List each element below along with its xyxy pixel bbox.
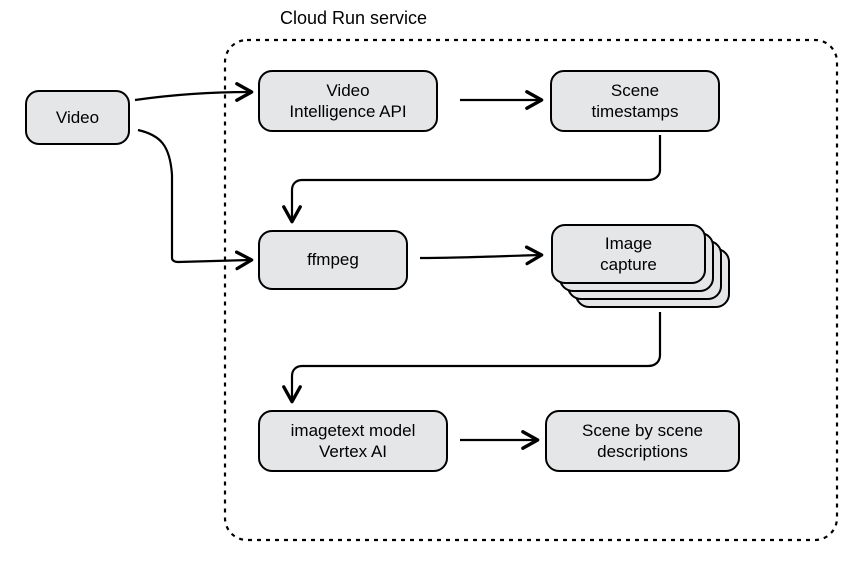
node-video-label: Video — [56, 107, 99, 128]
node-imagetext-label: imagetext model Vertex AI — [291, 420, 416, 463]
node-image-capture: Image capture — [551, 224, 706, 284]
node-video-intelligence-label: Video Intelligence API — [289, 80, 406, 123]
container-label: Cloud Run service — [280, 8, 427, 29]
arrow-video-to-video-intel — [135, 92, 250, 100]
arrow-video-to-ffmpeg — [138, 130, 250, 262]
arrow-timestamps-to-ffmpeg — [292, 135, 660, 220]
node-imagetext: imagetext model Vertex AI — [258, 410, 448, 472]
node-ffmpeg-label: ffmpeg — [307, 249, 359, 270]
node-scene-descriptions: Scene by scene descriptions — [545, 410, 740, 472]
node-scene-timestamps: Scene timestamps — [550, 70, 720, 132]
node-ffmpeg: ffmpeg — [258, 230, 408, 290]
node-video: Video — [25, 90, 130, 145]
node-scene-descriptions-label: Scene by scene descriptions — [582, 420, 703, 463]
diagram-canvas: Cloud Run service Video Video Intelligen… — [0, 0, 860, 568]
arrow-image-capture-to-imagetext — [292, 312, 660, 400]
node-image-capture-label: Image capture — [600, 233, 657, 276]
node-scene-timestamps-label: Scene timestamps — [592, 80, 679, 123]
node-video-intelligence: Video Intelligence API — [258, 70, 438, 132]
arrow-ffmpeg-to-image-capture — [420, 255, 540, 258]
